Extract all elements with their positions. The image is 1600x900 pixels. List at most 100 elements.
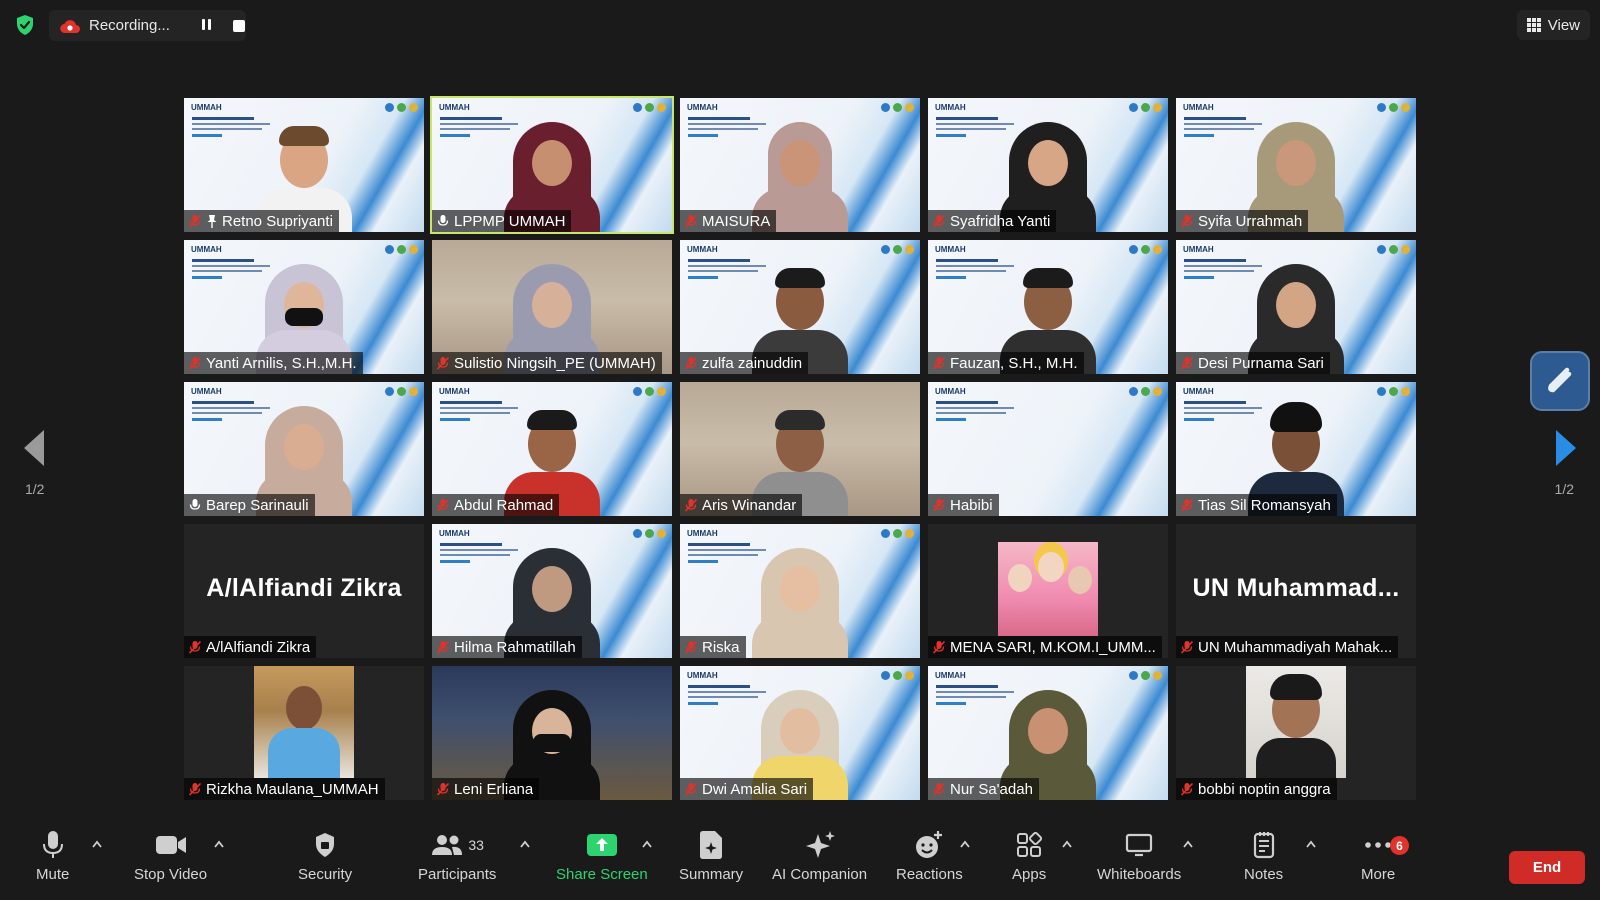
participant-name: Retno Supriyanti xyxy=(222,212,333,230)
participant-tile[interactable]: Leni Erliana xyxy=(432,666,672,800)
participant-tile[interactable]: UMMAH Desi Purnama Sari xyxy=(1176,240,1416,374)
summary-document-icon xyxy=(700,831,723,859)
participant-tile[interactable]: UMMAH MAISURA xyxy=(680,98,920,232)
video-grid: UMMAH Retno Supriyanti UMMAH LPPMP UMMAH… xyxy=(184,96,1416,800)
participant-name-label: Dwi Amalia Sari xyxy=(680,778,814,800)
participant-name: Hilma Rahmatillah xyxy=(454,638,576,656)
participant-tile[interactable]: UMMAH Nur Sa'adah xyxy=(928,666,1168,800)
participant-tile[interactable]: UMMAH LPPMP UMMAH xyxy=(430,96,674,234)
muted-microphone-icon xyxy=(436,356,450,370)
microphone-icon xyxy=(437,215,449,226)
muted-microphone-icon xyxy=(684,782,698,796)
apps-options-chevron-icon[interactable] xyxy=(1062,840,1072,848)
muted-microphone-icon xyxy=(932,214,946,228)
muted-microphone-icon xyxy=(932,640,946,654)
participant-tile[interactable]: A/lAlfiandi Zikra A/lAlfiandi Zikra xyxy=(184,524,424,658)
participant-name: Syifa Urrahmah xyxy=(1198,212,1303,230)
floating-app-icon[interactable] xyxy=(1530,351,1590,411)
summary-button[interactable]: Summary xyxy=(679,828,743,883)
reactions-options-chevron-icon[interactable] xyxy=(960,840,970,848)
participant-name-label: Aris Winandar xyxy=(680,494,803,516)
shield-check-icon[interactable] xyxy=(13,13,37,37)
ai-companion-button[interactable]: AI Companion xyxy=(772,828,867,883)
participants-icon xyxy=(432,835,463,855)
next-page-arrow-icon[interactable] xyxy=(1556,430,1576,466)
muted-microphone-icon xyxy=(188,356,202,370)
profile-photo xyxy=(998,542,1098,636)
reactions-button[interactable]: Reactions xyxy=(896,828,963,883)
apps-button[interactable]: Apps xyxy=(1012,828,1046,883)
reaction-emoji-icon xyxy=(916,831,943,858)
reactions-label: Reactions xyxy=(896,866,963,883)
participants-options-chevron-icon[interactable] xyxy=(520,840,530,848)
muted-microphone-icon xyxy=(188,640,202,654)
view-button[interactable]: View xyxy=(1516,10,1590,40)
profile-photo xyxy=(254,666,354,778)
participant-name: Riska xyxy=(702,638,740,656)
participant-tile[interactable]: Rizkha Maulana_UMMAH xyxy=(184,666,424,800)
whiteboards-options-chevron-icon[interactable] xyxy=(1183,840,1193,848)
participant-name: bobbi noptin anggra xyxy=(1198,780,1331,798)
ummah-logo-text: UMMAH xyxy=(935,245,966,254)
muted-microphone-icon xyxy=(932,356,946,370)
participant-name: UN Muhammadiyah Mahak... xyxy=(1198,638,1393,656)
participant-tile[interactable]: UMMAH Retno Supriyanti xyxy=(184,98,424,232)
ummah-logo-text: UMMAH xyxy=(191,103,222,112)
participant-name: zulfa zainuddin xyxy=(702,354,803,372)
participant-tile[interactable]: UMMAH Barep Sarinauli xyxy=(184,382,424,516)
more-notification-badge: 6 xyxy=(1390,836,1409,855)
participant-tile[interactable]: Aris Winandar xyxy=(680,382,920,516)
participant-tile[interactable]: UMMAH Yanti Arnilis, S.H.,M.H. xyxy=(184,240,424,374)
stop-recording-button[interactable] xyxy=(233,19,245,32)
participant-tile[interactable]: UMMAH Hilma Rahmatillah xyxy=(432,524,672,658)
share-options-chevron-icon[interactable] xyxy=(642,840,652,848)
participant-tile[interactable]: UMMAH Dwi Amalia Sari xyxy=(680,666,920,800)
muted-microphone-icon xyxy=(188,782,202,796)
participants-button[interactable]: 33 Participants xyxy=(418,828,496,883)
participant-name: MENA SARI, M.KOM.I_UMM... xyxy=(950,638,1156,656)
participant-tile[interactable]: UMMAH Riska xyxy=(680,524,920,658)
notes-label: Notes xyxy=(1244,866,1284,883)
grid-icon xyxy=(1526,18,1541,32)
share-screen-button[interactable]: Share Screen xyxy=(556,828,648,883)
whiteboards-button[interactable]: Whiteboards xyxy=(1097,828,1181,883)
end-meeting-button[interactable]: End xyxy=(1509,851,1585,884)
microphone-icon xyxy=(189,499,201,510)
participant-tile[interactable]: UN Muhammad... UN Muhammadiyah Mahak... xyxy=(1176,524,1416,658)
more-button[interactable]: More xyxy=(1361,828,1395,883)
participant-tile[interactable]: MENA SARI, M.KOM.I_UMM... xyxy=(928,524,1168,658)
participant-display-name: UN Muhammad... xyxy=(1192,574,1400,602)
participant-name: Aris Winandar xyxy=(702,496,797,514)
mute-button[interactable]: Mute xyxy=(36,828,69,883)
participant-name: Abdul Rahmad xyxy=(454,496,554,514)
previous-page-arrow-icon[interactable] xyxy=(24,430,44,466)
participant-tile[interactable]: Sulistio Ningsih_PE (UMMAH) xyxy=(432,240,672,374)
ummah-logo-text: UMMAH xyxy=(935,103,966,112)
participants-label: Participants xyxy=(418,866,497,883)
slash-app-icon xyxy=(1548,367,1572,393)
participant-tile[interactable]: UMMAH zulfa zainuddin xyxy=(680,240,920,374)
participant-name: Dwi Amalia Sari xyxy=(702,780,808,798)
participant-tile[interactable]: UMMAH Tias Sil Romansyah xyxy=(1176,382,1416,516)
pause-recording-button[interactable] xyxy=(199,18,213,33)
participant-display-name: A/lAlfiandi Zikra xyxy=(206,574,402,602)
notes-options-chevron-icon[interactable] xyxy=(1306,840,1316,848)
stop-video-button[interactable]: Stop Video xyxy=(134,828,207,883)
participant-tile[interactable]: UMMAH Habibi xyxy=(928,382,1168,516)
participant-tile[interactable]: bobbi noptin anggra xyxy=(1176,666,1416,800)
participant-name-label: Retno Supriyanti xyxy=(184,210,339,232)
sparkle-icon xyxy=(805,831,835,858)
security-button[interactable]: Security xyxy=(298,828,352,883)
more-label: More xyxy=(1361,866,1396,883)
audio-options-chevron-icon[interactable] xyxy=(92,840,102,848)
participant-tile[interactable]: UMMAH Syafridha Yanti xyxy=(928,98,1168,232)
ummah-logo-text: UMMAH xyxy=(1183,245,1214,254)
participant-tile[interactable]: UMMAH Syifa Urrahmah xyxy=(1176,98,1416,232)
notes-button[interactable]: Notes xyxy=(1244,828,1283,883)
video-options-chevron-icon[interactable] xyxy=(214,840,224,848)
participant-tile[interactable]: UMMAH Fauzan, S.H., M.H. xyxy=(928,240,1168,374)
muted-microphone-icon xyxy=(436,498,450,512)
whiteboard-icon xyxy=(1126,833,1153,857)
participant-tile[interactable]: UMMAH Abdul Rahmad xyxy=(432,382,672,516)
ummah-logo-text: UMMAH xyxy=(191,387,222,396)
